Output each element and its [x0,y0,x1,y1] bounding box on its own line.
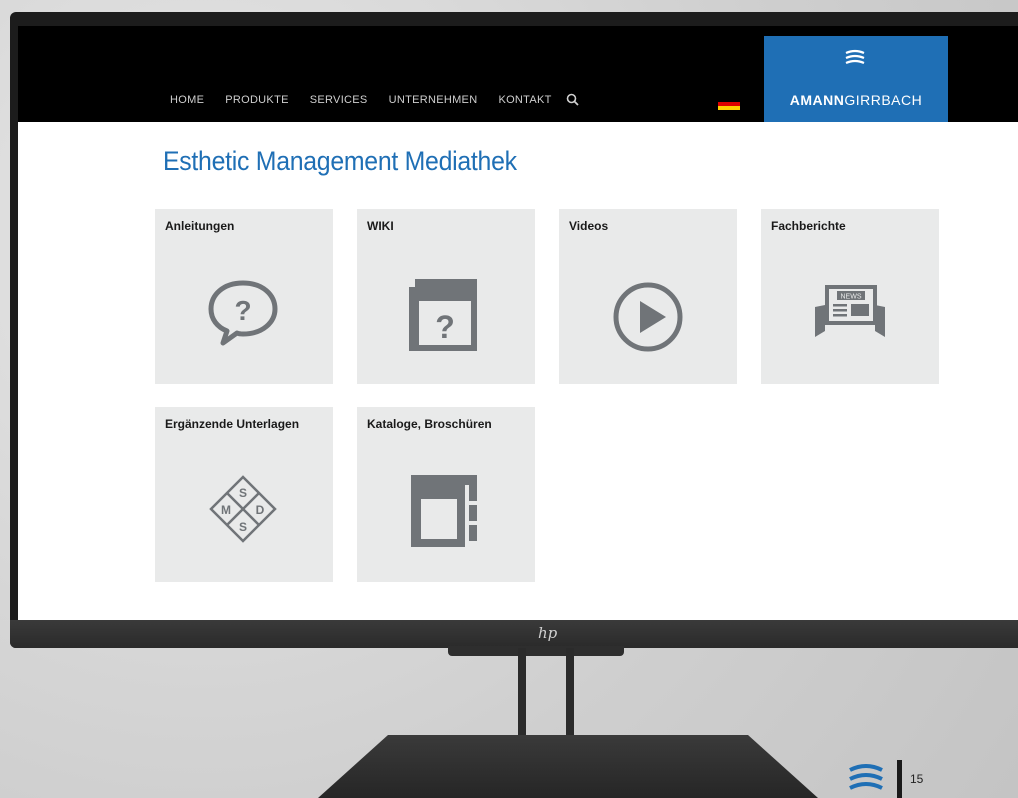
brand-name-regular: GIRRBACH [844,92,923,108]
msds-letter-left: M [221,503,231,517]
page-number: 15 [910,772,924,786]
nav-item-services[interactable]: SERVICES [310,94,368,106]
tile-label: Kataloge, Broschüren [367,417,492,431]
brand-name-bold: AMANN [789,92,845,108]
monitor-bezel: hp [10,620,1018,648]
tile-wiki[interactable]: WIKI ? [357,209,535,384]
msds-diamond-icon: S M D S [209,475,277,543]
tile-ergaenzende-unterlagen[interactable]: Ergänzende Unterlagen S M D S [155,407,333,582]
newspaper-icon: NEWS [815,285,885,337]
tile-label: Ergänzende Unterlagen [165,417,300,431]
play-icon [613,282,683,352]
nav-menu: HOME PRODUKTE SERVICES UNTERNEHMEN KONTA… [170,94,552,106]
catalog-binder-icon [411,475,477,547]
monitor-stand-collar [448,646,624,656]
tile-label: Anleitungen [165,219,235,233]
monitor-stand-post [518,648,526,748]
hp-logo: hp [538,624,558,642]
monitor-stand-base [318,735,818,798]
tile-fachberichte[interactable]: Fachberichte NEWS [761,209,939,384]
search-icon[interactable] [566,93,579,106]
tile-videos[interactable]: Videos [559,209,737,384]
monitor: HOME PRODUKTE SERVICES UNTERNEHMEN KONTA… [10,12,1018,648]
language-flag-germany[interactable] [718,98,740,110]
wiki-book-icon: ? [409,279,477,351]
svg-text:?: ? [234,295,251,326]
msds-letter-bottom: S [239,520,247,534]
divider [897,760,902,798]
tile-label: Fachberichte [771,219,846,233]
brand-waves-icon [845,49,865,65]
nav-item-home[interactable]: HOME [170,94,204,106]
nav-item-produkte[interactable]: PRODUKTE [225,94,289,106]
msds-letter-right: D [256,503,265,517]
nav-item-kontakt[interactable]: KONTAKT [498,94,551,106]
news-text: NEWS [841,294,862,301]
question-speech-bubble-icon: ? [208,280,278,346]
browser-screen: HOME PRODUKTE SERVICES UNTERNEHMEN KONTA… [18,26,1018,620]
brand-waves-icon [849,764,883,790]
monitor-stand-post [566,648,574,748]
brand-logo-block[interactable]: AMANNGIRRBACH [764,36,948,122]
top-navigation: HOME PRODUKTE SERVICES UNTERNEHMEN KONTA… [18,26,1018,122]
page-title: Esthetic Management Mediathek [163,146,517,176]
tile-kataloge-broschueren[interactable]: Kataloge, Broschüren [357,407,535,582]
msds-letter-top: S [239,486,247,500]
tile-label: WIKI [367,219,394,233]
brand-name: AMANNGIRRBACH [764,92,948,108]
tile-label: Videos [569,219,609,233]
nav-item-unternehmen[interactable]: UNTERNEHMEN [389,94,478,106]
svg-text:?: ? [435,309,455,345]
tile-anleitungen[interactable]: Anleitungen ? [155,209,333,384]
